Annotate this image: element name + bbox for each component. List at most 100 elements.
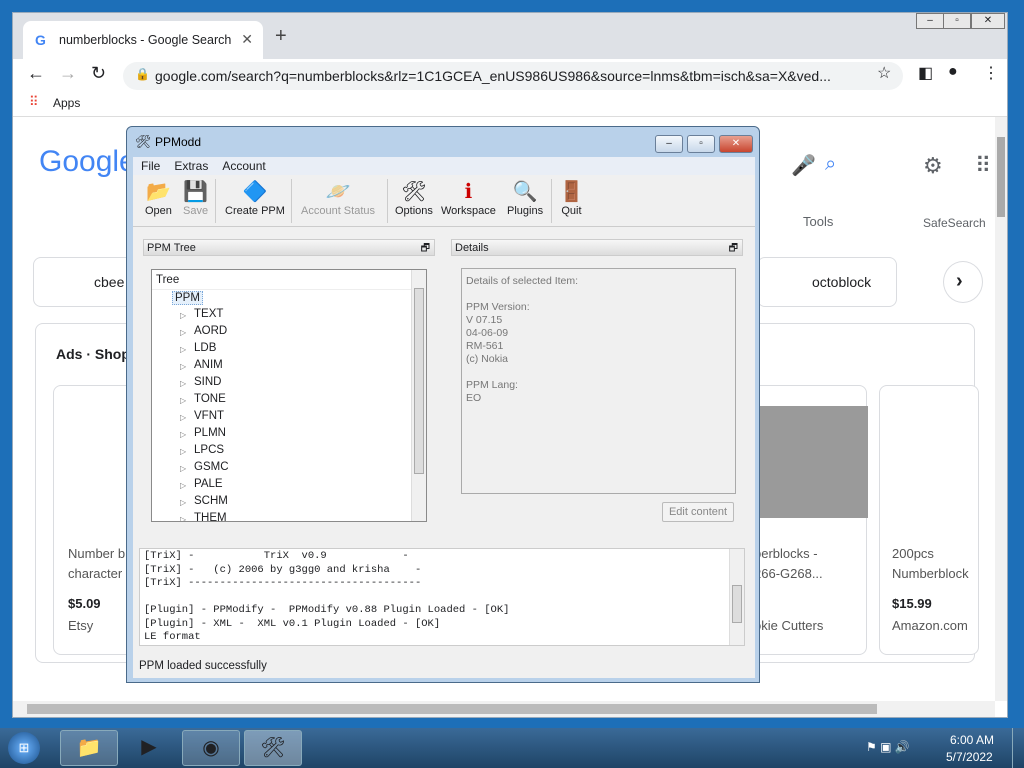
- save-button[interactable]: 💾 Save: [183, 179, 208, 217]
- label: Account Status: [301, 205, 375, 217]
- create-ppm-button[interactable]: 🔷 Create PPM: [225, 179, 285, 217]
- workspace-button[interactable]: ℹ Workspace: [441, 179, 496, 217]
- tree-node[interactable]: ANIM: [152, 359, 426, 376]
- ppm-tree[interactable]: Tree PPM TEXTAORDLDBANIMSINDTONEVFNTPLMN…: [151, 269, 427, 522]
- side-panel-icon[interactable]: ◧: [918, 63, 933, 83]
- close-tab-icon[interactable]: ✕: [241, 31, 253, 48]
- detail-line: PPM Version:: [466, 301, 530, 313]
- log-line: [Plugin] - XML - XML v0.1 Plugin Loaded …: [144, 617, 441, 630]
- log-line: [TriX] - TriX v0.9 -: [144, 550, 409, 562]
- horizontal-scrollbar[interactable]: [13, 701, 995, 717]
- apps-grid-icon: ⠿: [29, 94, 39, 109]
- clock-date[interactable]: 5/7/2022: [946, 750, 993, 764]
- tree-node[interactable]: PALE: [152, 478, 426, 495]
- settings-gear-icon[interactable]: ⚙: [923, 153, 943, 179]
- tree-node[interactable]: LDB: [152, 342, 426, 359]
- close-button[interactable]: ✕: [719, 135, 753, 153]
- exit-icon: 🚪: [559, 181, 584, 203]
- mic-icon[interactable]: 🎤: [791, 153, 816, 178]
- product-title: 266-G268...: [754, 566, 823, 581]
- start-button[interactable]: ⊞: [8, 732, 40, 764]
- client-area: 📂 Open 💾 Save 🔷 Create PPM 🪐 Account Status …: [133, 175, 755, 678]
- tray-icons[interactable]: ⚑ ▣ 🔊: [866, 740, 910, 754]
- vertical-scrollbar[interactable]: [995, 117, 1007, 701]
- bookmark-star-icon[interactable]: ☆: [877, 63, 891, 83]
- menu-extras[interactable]: Extras: [174, 159, 208, 173]
- tree-node[interactable]: LPCS: [152, 444, 426, 461]
- maximize-button[interactable]: ▫: [687, 135, 715, 153]
- safesearch-link[interactable]: SafeSearch: [923, 216, 986, 230]
- log-output: [TriX] - TriX v0.9 - [TriX] - (c) 2006 by…: [139, 548, 745, 646]
- log-line: [Plugin] - PPModify - PPModify v0.88 Plu…: [144, 604, 510, 616]
- show-desktop-button[interactable]: [1012, 728, 1024, 768]
- chip-octoblock[interactable]: octoblock: [757, 257, 897, 307]
- tree-node[interactable]: SIND: [152, 376, 426, 393]
- quit-button[interactable]: 🚪 Quit: [559, 179, 584, 217]
- taskbar: ⊞ 📁 ▶ ◉ 🛠 ⚑ ▣ 🔊 6:00 AM 5/7/2022: [0, 728, 1024, 768]
- detail-line: RM-561: [466, 340, 504, 352]
- close-button[interactable]: ✕: [971, 13, 1005, 29]
- tab-bar: G numberblocks - Google Search ✕ + – ▫ ✕: [13, 13, 1007, 59]
- address-bar[interactable]: 🔒 google.com/search?q=numberblocks&rlz=1…: [123, 62, 903, 90]
- restore-pane-icon[interactable]: 🗗: [729, 241, 738, 258]
- log-line: [TriX] - (c) 2006 by g3gg0 and krisha -: [144, 563, 422, 576]
- taskbar-explorer[interactable]: 📁: [60, 730, 118, 766]
- google-favicon-icon: G: [35, 32, 46, 48]
- tree-scrollbar[interactable]: [411, 270, 426, 521]
- taskbar-media-player[interactable]: ▶: [120, 730, 178, 766]
- menu-icon[interactable]: ⋮: [983, 63, 999, 83]
- tree-node-ppm[interactable]: PPM: [152, 290, 426, 308]
- open-button[interactable]: 📂 Open: [145, 179, 172, 217]
- chips-next-button[interactable]: ›: [943, 261, 983, 303]
- forward-icon[interactable]: →: [59, 63, 77, 84]
- bookmark-apps[interactable]: Apps: [53, 96, 80, 110]
- product-card[interactable]: 200pcs Numberblock $15.99 Amazon.com: [879, 385, 979, 655]
- scroll-thumb[interactable]: [997, 137, 1005, 217]
- tab-google-search[interactable]: G numberblocks - Google Search ✕: [23, 21, 263, 59]
- scroll-thumb[interactable]: [27, 704, 877, 714]
- detail-line: EO: [466, 392, 482, 404]
- magnifier-icon: 🔍: [512, 181, 538, 203]
- tree-node[interactable]: SCHM: [152, 495, 426, 512]
- tree-node[interactable]: THEM: [152, 512, 426, 521]
- tree-node[interactable]: PLMN: [152, 427, 426, 444]
- detail-line: V 07.15: [466, 314, 503, 326]
- profile-icon[interactable]: ●: [948, 63, 958, 81]
- detail-line: Details of selected Item:: [466, 275, 579, 287]
- pane-title: PPM Tree: [147, 242, 196, 254]
- tree-node[interactable]: TONE: [152, 393, 426, 410]
- menu-file[interactable]: File: [141, 159, 160, 173]
- plugins-button[interactable]: 🔍 Plugins: [507, 179, 543, 217]
- ppmodd-window: 🛠 PPModd – ▫ ✕ File Extras Account 📂 Open 💾…: [126, 126, 760, 683]
- log-scrollbar[interactable]: [729, 549, 744, 645]
- taskbar-chrome[interactable]: ◉: [182, 730, 240, 766]
- google-logo[interactable]: Google: [39, 145, 136, 179]
- minimize-button[interactable]: –: [655, 135, 683, 153]
- edit-content-button[interactable]: Edit content: [662, 502, 734, 522]
- google-apps-icon[interactable]: ⠿: [975, 153, 991, 179]
- lock-icon: 🔒: [135, 67, 150, 81]
- tree-node[interactable]: VFNT: [152, 410, 426, 427]
- tree-node[interactable]: TEXT: [152, 308, 426, 325]
- maximize-button[interactable]: ▫: [943, 13, 971, 29]
- tree-node[interactable]: GSMC: [152, 461, 426, 478]
- detail-line: 04-06-09: [466, 327, 509, 339]
- tree-node[interactable]: AORD: [152, 325, 426, 342]
- scroll-thumb[interactable]: [414, 288, 424, 474]
- reload-icon[interactable]: ↻: [91, 63, 106, 84]
- account-status-button[interactable]: 🪐 Account Status: [301, 179, 375, 217]
- tools-link[interactable]: Tools: [803, 214, 833, 229]
- options-button[interactable]: 🛠 Options: [395, 179, 433, 217]
- scroll-thumb[interactable]: [732, 585, 742, 623]
- taskbar-ppmodd[interactable]: 🛠: [244, 730, 302, 766]
- restore-pane-icon[interactable]: 🗗: [421, 241, 430, 258]
- back-icon[interactable]: ←: [27, 63, 45, 84]
- workspace-icon: ℹ: [464, 181, 473, 203]
- minimize-button[interactable]: –: [916, 13, 944, 29]
- menu-account[interactable]: Account: [222, 159, 265, 173]
- label: Workspace: [441, 205, 496, 217]
- status-bar-text: PPM loaded successfully: [139, 660, 267, 672]
- new-tab-button[interactable]: +: [275, 25, 287, 48]
- search-icon[interactable]: ⌕: [825, 153, 836, 176]
- clock-time[interactable]: 6:00 AM: [950, 733, 994, 747]
